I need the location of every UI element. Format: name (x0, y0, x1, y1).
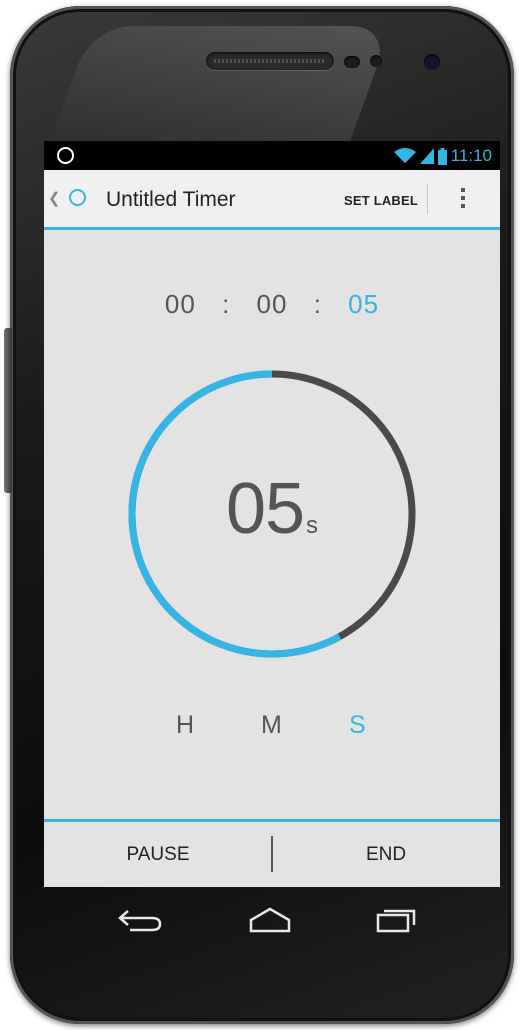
dial-readout: 05s (126, 468, 418, 550)
unit-minutes-button[interactable]: M (261, 711, 282, 740)
digital-time-display: 00 : 00 : 05 (44, 289, 500, 320)
action-bar-divider (427, 184, 428, 214)
dial-number: 05 (225, 469, 305, 549)
wifi-icon (393, 148, 416, 163)
timer-dial[interactable]: 05s (126, 368, 418, 660)
action-bar: ❮ Untitled Timer SET LABEL (44, 170, 500, 230)
back-icon[interactable] (116, 905, 166, 935)
notification-icon (57, 147, 74, 164)
signal-icon (419, 148, 434, 164)
hours-value[interactable]: 00 (165, 289, 196, 320)
status-bar: 11:10 (44, 141, 500, 170)
timer-circle-icon[interactable] (69, 189, 86, 206)
pause-button[interactable]: PAUSE (44, 822, 272, 887)
status-indicators: 11:10 (393, 145, 492, 167)
overflow-menu-icon[interactable] (460, 188, 466, 214)
unit-seconds-button[interactable]: S (349, 711, 366, 740)
phone-gloss (48, 26, 392, 146)
home-icon[interactable] (245, 905, 295, 935)
set-label-button[interactable]: SET LABEL (344, 193, 418, 208)
seconds-value[interactable]: 05 (348, 289, 379, 320)
battery-icon (437, 147, 447, 165)
minutes-value[interactable]: 00 (257, 289, 288, 320)
earpiece-speaker (206, 52, 334, 70)
proximity-sensor (344, 56, 360, 68)
navigation-bar (44, 887, 500, 947)
bottom-button-bar: PAUSE END (44, 819, 500, 887)
light-sensor (370, 55, 382, 67)
unit-hours-button[interactable]: H (176, 711, 194, 740)
time-separator: : (313, 289, 322, 319)
screen: 11:10 ❮ Untitled Timer SET LABEL 00 : 00… (44, 141, 500, 887)
time-separator: : (222, 289, 231, 319)
front-camera (424, 54, 440, 70)
unit-selector: H M S (44, 711, 500, 743)
chevron-left-icon[interactable]: ❮ (48, 189, 61, 207)
dial-unit: s (306, 512, 319, 539)
page-title[interactable]: Untitled Timer (106, 188, 236, 212)
recents-icon[interactable] (372, 905, 422, 935)
volume-button (4, 328, 12, 493)
status-time: 11:10 (450, 146, 492, 165)
end-button[interactable]: END (272, 822, 500, 887)
